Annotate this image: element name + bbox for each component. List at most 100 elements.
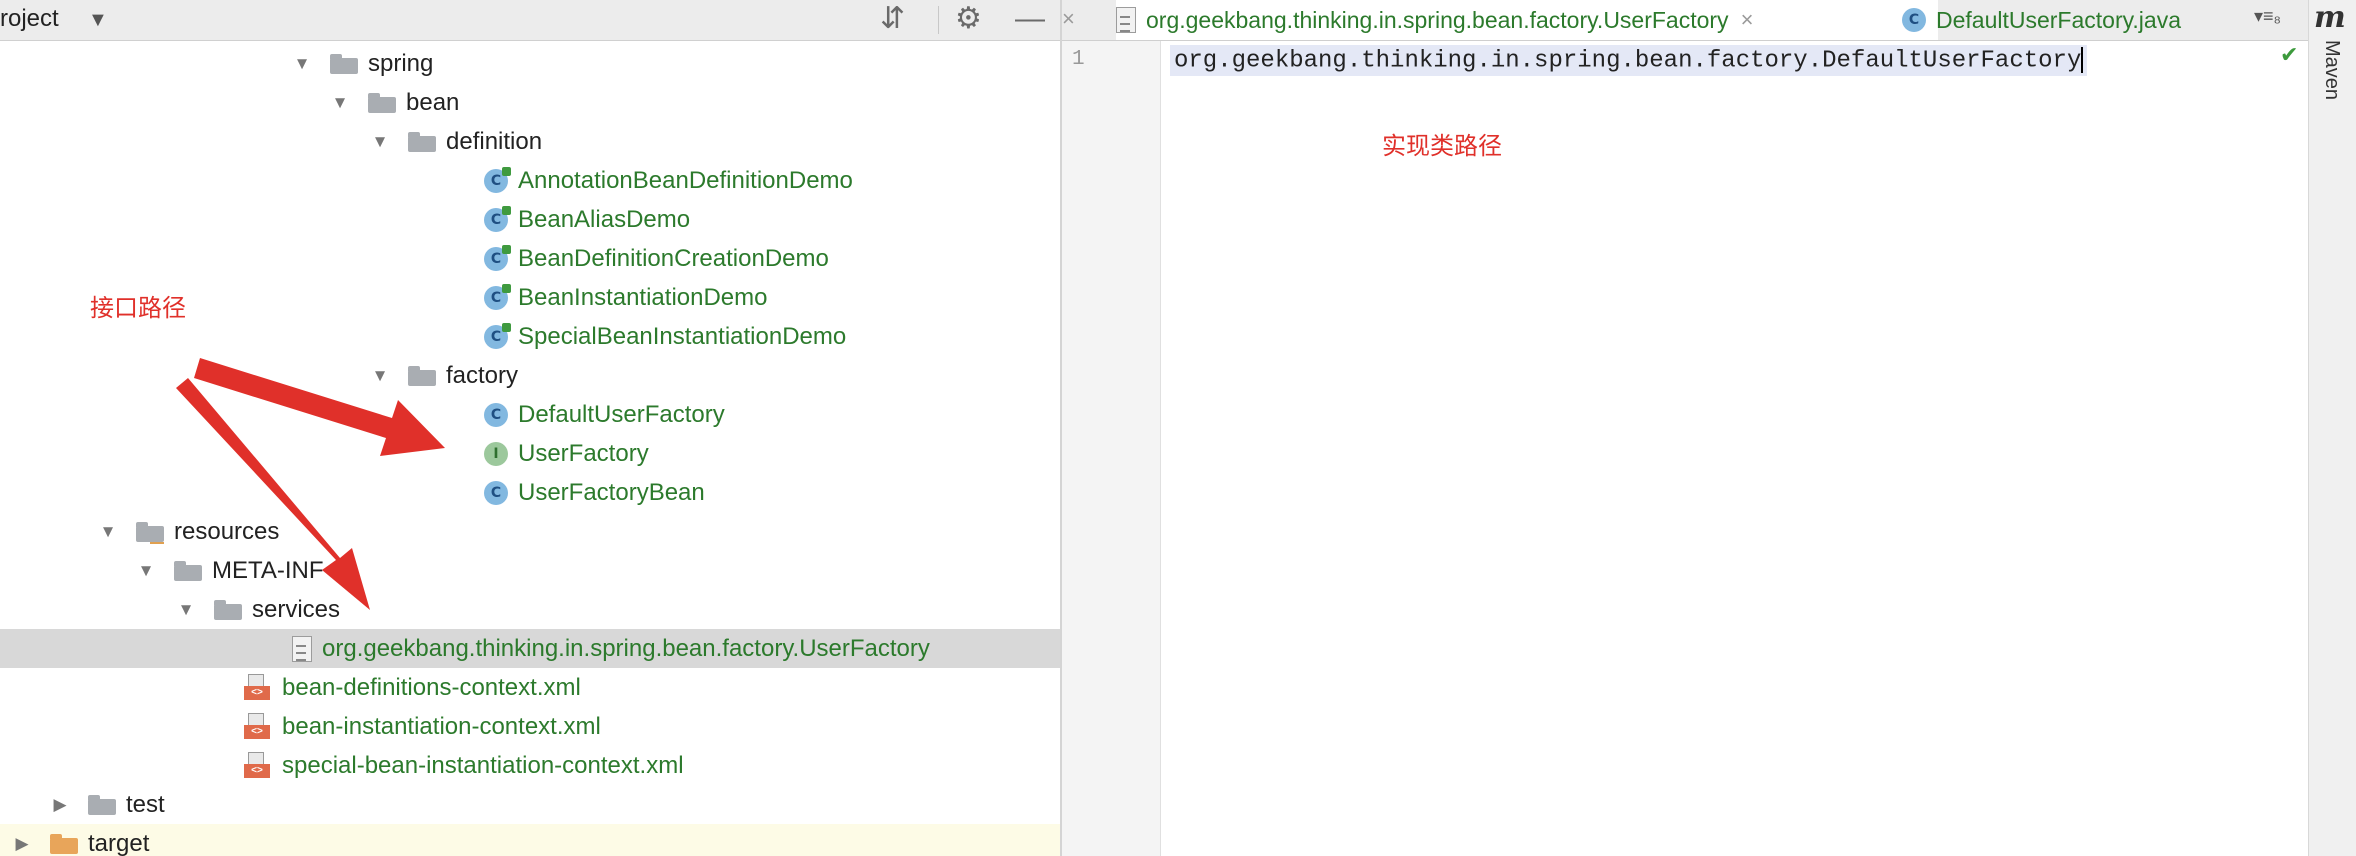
tree-item-label: AnnotationBeanDefinitionDemo	[518, 166, 853, 194]
tree-item-definition[interactable]: ▼ definition	[0, 122, 1060, 161]
folder-icon	[88, 794, 116, 815]
close-icon[interactable]: ×	[1062, 6, 1075, 32]
folder-icon	[408, 131, 436, 152]
tree-item-label: UserFactoryBean	[518, 478, 705, 506]
tree-item-label: bean-definitions-context.xml	[282, 673, 581, 701]
code-line[interactable]: org.geekbang.thinking.in.spring.bean.fac…	[1170, 45, 2088, 77]
tree-item-bean-instantiation-context-xml[interactable]: <> bean-instantiation-context.xml	[0, 707, 1060, 746]
collapse-arrow-icon[interactable]: ▼	[328, 93, 352, 113]
tree-item-label: DefaultUserFactory	[518, 400, 725, 428]
folder-icon	[330, 53, 358, 74]
project-title[interactable]: roject	[0, 5, 59, 33]
folder-icon	[368, 92, 396, 113]
tree-item-beandefinitioncreationdemo[interactable]: C BeanDefinitionCreationDemo	[0, 239, 1060, 278]
header-divider	[938, 6, 939, 34]
collapse-arrow-icon[interactable]: ▼	[368, 132, 392, 152]
tree-item-userfactory[interactable]: I UserFactory	[0, 434, 1060, 473]
tree-item-defaultuserfactory[interactable]: C DefaultUserFactory	[0, 395, 1060, 434]
tree-item-test[interactable]: ▶ test	[0, 785, 1060, 824]
folder-icon	[408, 365, 436, 386]
xml-file-icon: <>	[244, 712, 272, 741]
editor-area: × org.geekbang.thinking.in.spring.bean.f…	[1062, 0, 2356, 856]
project-header: roject ▼ ⇵ ⚙ —	[0, 0, 1060, 41]
tree-item-services[interactable]: ▼ services	[0, 590, 1060, 629]
tree-item-label: definition	[446, 127, 543, 155]
tree-item-label: target	[88, 829, 150, 856]
tree-item-label: SpecialBeanInstantiationDemo	[518, 322, 847, 350]
tree-item-target[interactable]: ▶ target	[0, 824, 1060, 856]
tree-item-annotationbeandefinitiondemo[interactable]: C AnnotationBeanDefinitionDemo	[0, 161, 1060, 200]
collapse-arrow-icon[interactable]: ▼	[96, 522, 120, 542]
maven-tool-button[interactable]: Maven	[2320, 40, 2343, 100]
folder-icon	[50, 833, 78, 854]
tree-item-org-geekbang-thinking-in-spring-bean-factory-userfactory[interactable]: org.geekbang.thinking.in.spring.bean.fac…	[0, 629, 1060, 668]
xml-file-icon: <>	[244, 751, 272, 780]
class-icon: C	[484, 402, 508, 427]
tree-item-label: BeanInstantiationDemo	[518, 283, 768, 311]
impl-path-annotation: 实现类路径	[1382, 133, 1502, 160]
tree-item-label: bean-instantiation-context.xml	[282, 712, 601, 740]
interface-path-annotation: 接口路径	[90, 295, 186, 322]
collapse-arrow-icon[interactable]: ▼	[134, 561, 158, 581]
check-icon: ✔	[2280, 42, 2299, 67]
tree-item-label: resources	[174, 517, 280, 545]
tabs-overflow-icon[interactable]: ▾≡₈	[2254, 6, 2281, 27]
tree-item-label: BeanDefinitionCreationDemo	[518, 244, 829, 272]
tab-userfactory-services[interactable]: org.geekbang.thinking.in.spring.bean.fac…	[1116, 0, 1938, 40]
collapse-all-icon[interactable]: ⇵	[880, 2, 905, 36]
runnable-class-icon: C	[484, 205, 511, 232]
runnable-class-icon: C	[484, 283, 511, 310]
tree-item-label: org.geekbang.thinking.in.spring.bean.fac…	[322, 634, 930, 662]
collapse-arrow-icon[interactable]: ▼	[368, 366, 392, 386]
tree-item-label: bean	[406, 88, 460, 116]
text-caret	[2081, 47, 2084, 73]
collapse-arrow-icon[interactable]: ▼	[174, 600, 198, 620]
tree-item-special-bean-instantiation-context-xml[interactable]: <> special-bean-instantiation-context.xml	[0, 746, 1060, 785]
collapse-arrow-icon[interactable]: ▼	[290, 54, 314, 74]
folder-icon	[214, 599, 242, 620]
xml-file-icon: <>	[244, 673, 272, 702]
interface-icon: I	[484, 441, 508, 466]
gear-icon[interactable]: ⚙	[955, 2, 982, 36]
tree-item-label: BeanAliasDemo	[518, 205, 691, 233]
tree-item-label: special-bean-instantiation-context.xml	[282, 751, 684, 779]
folder-icon	[174, 560, 202, 581]
editor-tab-bar: × org.geekbang.thinking.in.spring.bean.f…	[1062, 0, 2356, 41]
tree-item-bean-definitions-context-xml[interactable]: <> bean-definitions-context.xml	[0, 668, 1060, 707]
runnable-class-icon: C	[484, 322, 511, 349]
project-tool-window: roject ▼ ⇵ ⚙ — ▼ spring ▼ bean ▼ definition C A…	[0, 0, 1062, 856]
text-file-icon	[1116, 7, 1136, 33]
maven-icon[interactable]: m	[2314, 0, 2346, 35]
line-number: 1	[1072, 48, 1085, 71]
code-text: org.geekbang.thinking.in.spring.bean.fac…	[1174, 47, 2082, 75]
tree-item-label: factory	[446, 361, 519, 389]
tree-item-spring[interactable]: ▼ spring	[0, 44, 1060, 83]
tree-item-bean[interactable]: ▼ bean	[0, 83, 1060, 122]
expand-arrow-icon[interactable]: ▶	[10, 834, 34, 854]
tree-item-label: UserFactory	[518, 439, 649, 467]
resources-folder-icon	[136, 521, 164, 544]
tree-item-beanaliasdemo[interactable]: C BeanAliasDemo	[0, 200, 1060, 239]
tab-label: org.geekbang.thinking.in.spring.bean.fac…	[1146, 6, 1729, 33]
tree-item-meta-inf[interactable]: ▼ META-INF	[0, 551, 1060, 590]
tree-item-resources[interactable]: ▼ resources	[0, 512, 1060, 551]
editor-gutter	[1062, 41, 1161, 856]
expand-arrow-icon[interactable]: ▶	[48, 795, 72, 815]
class-icon: C	[484, 480, 508, 505]
close-tab-icon[interactable]: ×	[1741, 7, 1754, 33]
tree-item-factory[interactable]: ▼ factory	[0, 356, 1060, 395]
tab-defaultuserfactory[interactable]: C DefaultUserFactory.java	[1888, 0, 2272, 40]
tree-item-label: spring	[368, 49, 434, 77]
project-view-dropdown-icon[interactable]: ▼	[88, 9, 108, 32]
class-icon: C	[1902, 8, 1926, 32]
hide-panel-icon[interactable]: —	[1015, 2, 1045, 36]
right-tool-strip	[2308, 0, 2356, 856]
tree-item-label: test	[126, 790, 165, 818]
tree-item-label: services	[252, 595, 341, 623]
tree-item-userfactorybean[interactable]: C UserFactoryBean	[0, 473, 1060, 512]
runnable-class-icon: C	[484, 244, 511, 271]
runnable-class-icon: C	[484, 166, 511, 193]
text-file-icon	[292, 635, 312, 662]
tree-item-label: META-INF	[212, 556, 324, 584]
tab-label: DefaultUserFactory.java	[1936, 6, 2181, 33]
